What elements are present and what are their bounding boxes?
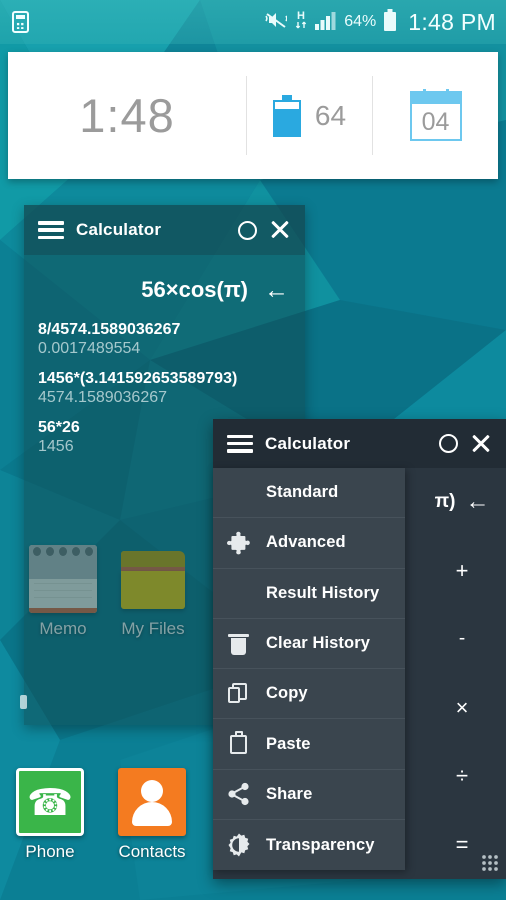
window-back-scrollbar[interactable] bbox=[20, 695, 27, 709]
share-icon bbox=[226, 781, 252, 807]
window-back-title: Calculator bbox=[76, 220, 162, 239]
puzzle-icon bbox=[226, 530, 252, 556]
history-expression: 1456*(3.141592653589793) bbox=[38, 370, 238, 387]
window-front-body: π) ← + - × ÷ = Standard Advanced Result … bbox=[213, 468, 506, 879]
menu-item-label: Share bbox=[266, 784, 313, 803]
menu-item-label: Transparency bbox=[266, 835, 375, 854]
trash-icon bbox=[226, 631, 252, 657]
menu-item-result-history[interactable]: Result History bbox=[213, 569, 405, 619]
battery-percent-label: 64% bbox=[344, 13, 377, 30]
status-bar-clock: 1:48 PM bbox=[408, 8, 496, 35]
history-result: 4574.1589036267 bbox=[38, 389, 168, 406]
menu-item-label: Result History bbox=[266, 583, 380, 602]
arrow-left-icon[interactable]: ← bbox=[264, 277, 289, 303]
expression-display: 56×cos(π) bbox=[141, 277, 248, 302]
clock-weather-widget[interactable]: 1:48 64 04 bbox=[8, 52, 498, 179]
widget-battery-value: 64 bbox=[314, 99, 347, 131]
signal-bars-icon bbox=[315, 10, 337, 35]
window-back-expression-row[interactable]: 56×cos(π) ← bbox=[24, 255, 305, 317]
dock-icon-contacts[interactable]: Contacts bbox=[104, 768, 200, 862]
history-item[interactable]: 8/4574.1589036267 0.0017489554 bbox=[38, 321, 305, 358]
calendar-icon: 04 bbox=[409, 88, 462, 141]
close-icon[interactable] bbox=[470, 433, 492, 455]
key-minus[interactable]: - bbox=[418, 605, 506, 674]
key-plus[interactable]: + bbox=[418, 537, 506, 606]
expression-fragment-row: π) ← bbox=[418, 468, 506, 537]
widget-calendar-section[interactable]: 04 bbox=[373, 52, 498, 179]
widget-calendar-day: 04 bbox=[421, 107, 450, 136]
key-multiply[interactable]: × bbox=[418, 674, 506, 743]
menu-item-standard[interactable]: Standard bbox=[213, 468, 405, 519]
arrow-left-icon[interactable]: ← bbox=[465, 488, 489, 516]
key-divide[interactable]: ÷ bbox=[418, 742, 506, 811]
dialpad-icon bbox=[226, 480, 252, 506]
menu-item-label: Paste bbox=[266, 734, 311, 753]
paste-icon bbox=[226, 731, 252, 757]
status-bar-system-icons: H 64% 1:48 PM bbox=[265, 8, 496, 36]
close-icon[interactable] bbox=[269, 219, 291, 241]
menu-item-copy[interactable]: Copy bbox=[213, 669, 405, 720]
svg-text:H: H bbox=[297, 10, 305, 22]
status-bar[interactable]: H 64% 1:48 PM bbox=[0, 0, 506, 44]
contrast-icon bbox=[226, 832, 252, 858]
hamburger-icon[interactable] bbox=[38, 221, 64, 239]
calculator-icon bbox=[12, 11, 29, 33]
circle-icon[interactable] bbox=[238, 220, 257, 240]
vibrate-mute-icon bbox=[265, 10, 288, 35]
expression-fragment: π) bbox=[434, 491, 456, 513]
operator-key-column[interactable]: π) ← + - × ÷ = bbox=[418, 468, 506, 879]
dock-icon-phone[interactable]: ☎ Phone bbox=[2, 768, 98, 862]
menu-item-paste[interactable]: Paste bbox=[213, 719, 405, 770]
menu-item-label: Copy bbox=[266, 684, 308, 703]
status-bar-notifications bbox=[12, 11, 265, 33]
history-item[interactable]: 1456*(3.141592653589793) 4574.1589036267 bbox=[38, 370, 305, 407]
menu-item-share[interactable]: Share bbox=[213, 770, 405, 821]
circle-icon[interactable] bbox=[439, 434, 458, 453]
copy-icon bbox=[226, 681, 252, 707]
calculator-window-front[interactable]: Calculator π) ← + - × ÷ = Standard Advan… bbox=[213, 419, 506, 879]
hamburger-icon[interactable] bbox=[227, 434, 253, 453]
window-front-titlebar[interactable]: Calculator bbox=[213, 419, 506, 468]
battery-level-icon bbox=[272, 94, 301, 137]
menu-item-label: Advanced bbox=[266, 533, 346, 552]
widget-clock-time: 1:48 bbox=[79, 89, 175, 142]
menu-item-clear-history[interactable]: Clear History bbox=[213, 619, 405, 670]
calculator-options-menu[interactable]: Standard Advanced Result History Clear H bbox=[213, 468, 405, 871]
phone-icon: ☎ bbox=[16, 768, 84, 836]
menu-item-transparency[interactable]: Transparency bbox=[213, 820, 405, 870]
dock-icon-label: Phone bbox=[25, 842, 75, 861]
window-front-title: Calculator bbox=[265, 433, 351, 453]
contacts-icon bbox=[118, 768, 186, 836]
battery-icon bbox=[383, 8, 397, 36]
history-expression: 8/4574.1589036267 bbox=[38, 321, 181, 338]
widget-battery-section[interactable]: 64 bbox=[247, 52, 372, 179]
window-resize-handle[interactable] bbox=[481, 854, 499, 872]
widget-clock-section[interactable]: 1:48 bbox=[8, 52, 246, 179]
list-icon bbox=[226, 580, 252, 606]
window-back-titlebar[interactable]: Calculator bbox=[24, 205, 305, 255]
menu-item-label: Clear History bbox=[266, 634, 371, 653]
dock-icon-label: Contacts bbox=[118, 842, 186, 861]
history-result: 0.0017489554 bbox=[38, 340, 141, 357]
menu-item-advanced[interactable]: Advanced bbox=[213, 518, 405, 569]
menu-item-label: Standard bbox=[266, 483, 339, 502]
network-h-icon: H bbox=[294, 9, 308, 36]
